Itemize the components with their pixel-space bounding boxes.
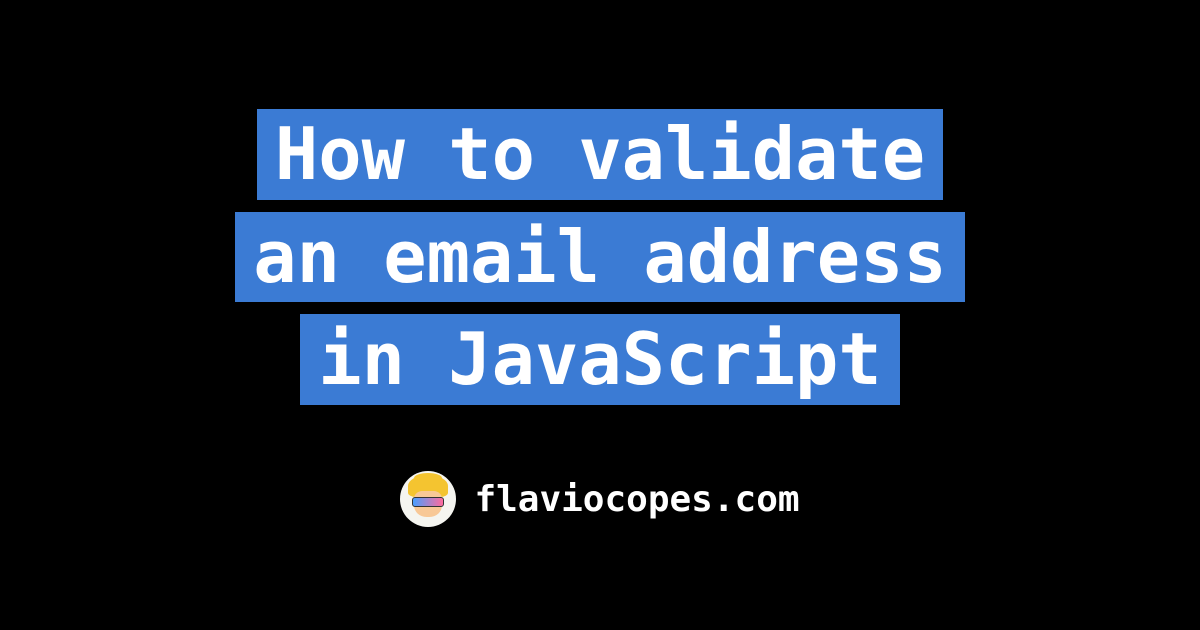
footer: flaviocopes.com	[400, 471, 799, 527]
site-name: flaviocopes.com	[474, 479, 799, 520]
title-line-3: in JavaScript	[300, 314, 900, 405]
avatar	[400, 471, 456, 527]
title-line-1: How to validate	[257, 109, 943, 200]
page-title: How to validate an email address in Java…	[235, 103, 965, 411]
title-line-2: an email address	[235, 212, 965, 303]
